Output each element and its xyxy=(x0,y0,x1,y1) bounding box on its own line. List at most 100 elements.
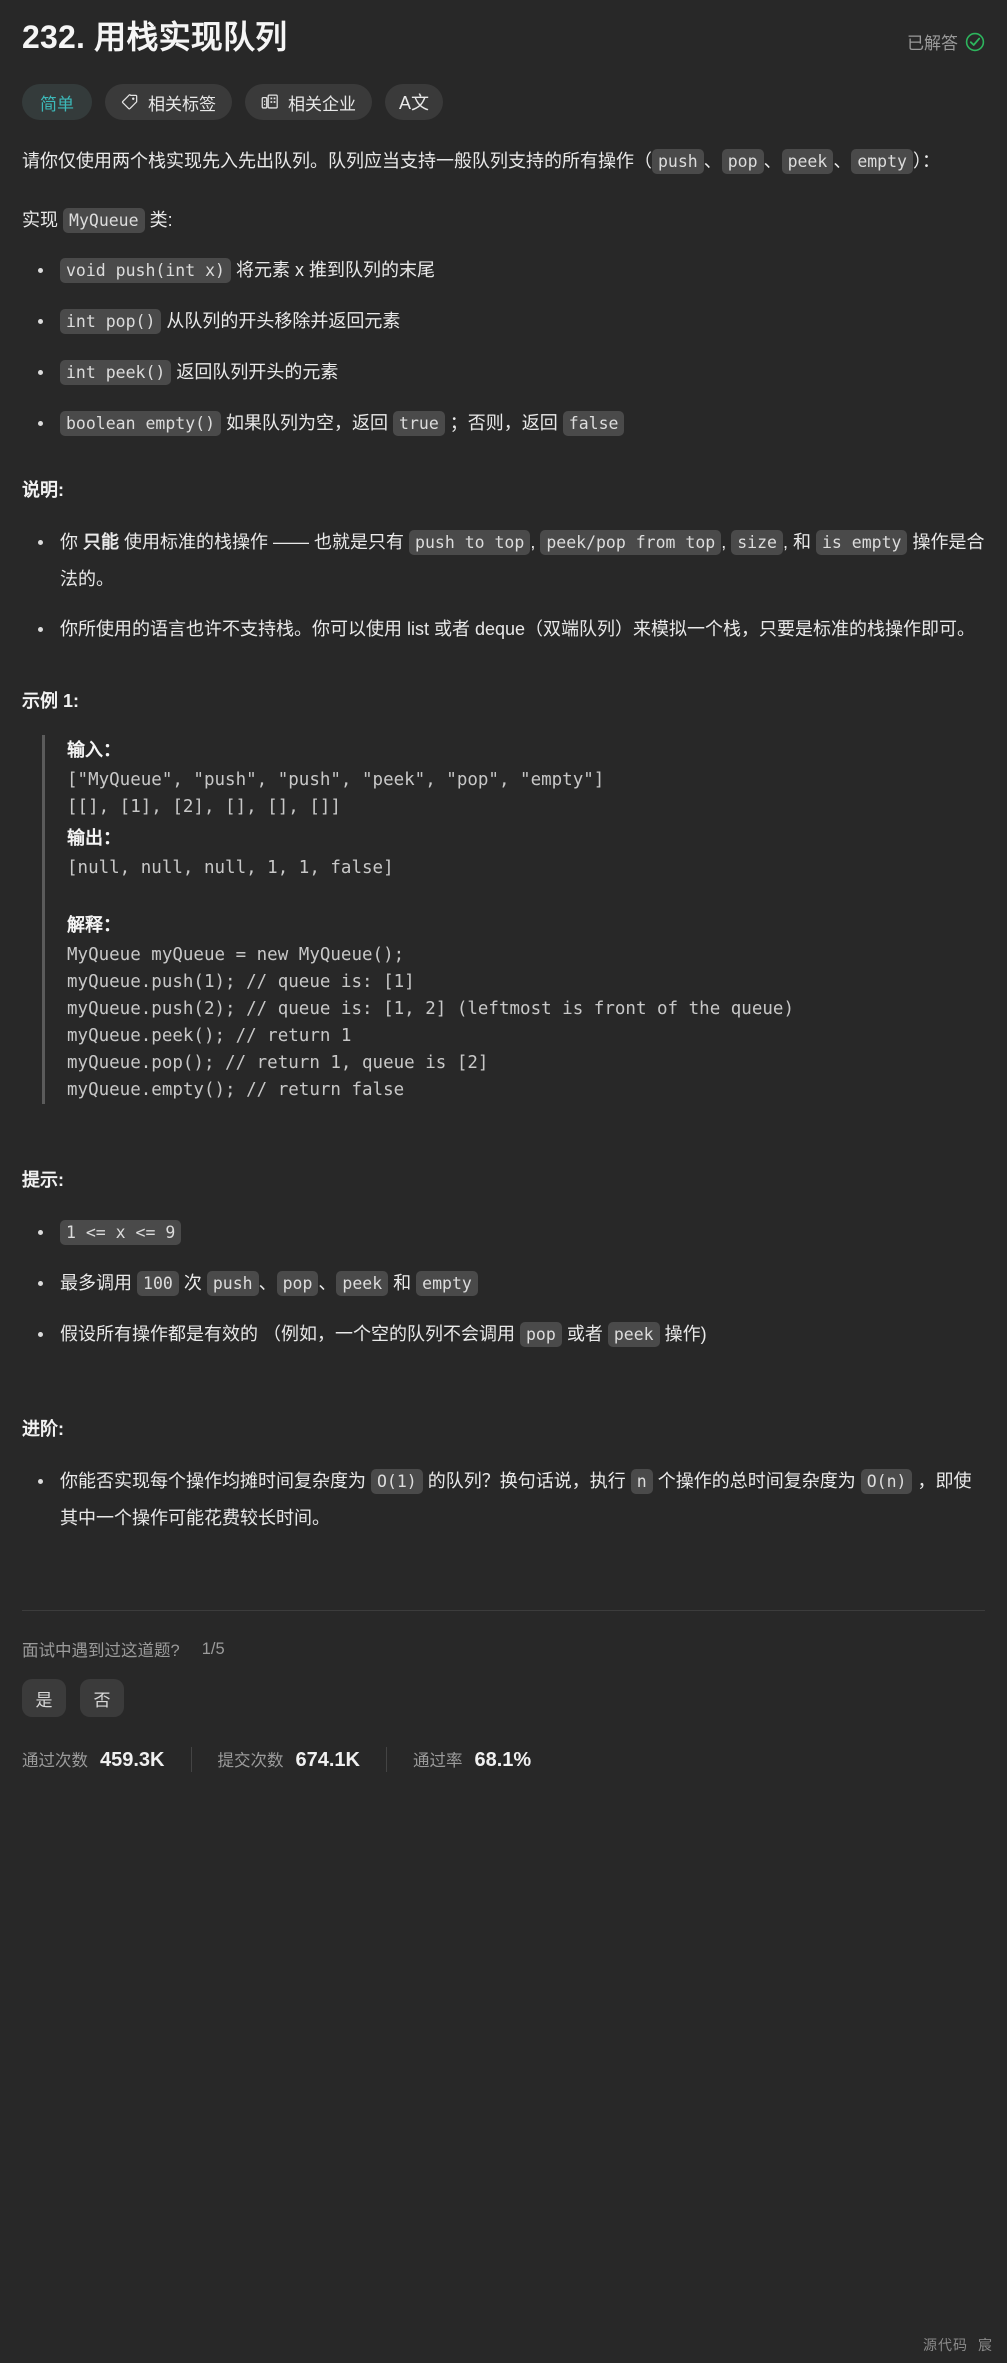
translate-chip[interactable]: A文 xyxy=(385,84,444,120)
constraint3-c1: pop xyxy=(520,1322,562,1347)
note1-t5: , 和 xyxy=(782,532,816,552)
followup-t3: 个操作的总时间复杂度为 xyxy=(652,1471,861,1491)
title-row: 232. 用栈实现队列 已解答 xyxy=(22,0,985,58)
constraint2-t1: 最多调用 xyxy=(60,1273,138,1293)
status-badge: 已解答 xyxy=(907,29,985,54)
watermark-author: 宸 xyxy=(978,2337,993,2353)
tag-icon xyxy=(121,93,139,111)
constraint2-c3: pop xyxy=(276,1271,319,1296)
example-block: 输入： ["MyQueue", "push", "push", "peek", … xyxy=(42,735,985,1104)
difficulty-label: 简单 xyxy=(40,94,74,114)
interview-answer-buttons: 是 否 xyxy=(22,1679,985,1717)
note1-code-4: is empty xyxy=(816,530,908,555)
method-code-1: int pop() xyxy=(60,309,162,334)
method-code-0: void push(int x) xyxy=(60,258,231,283)
stat-value: 674.1K xyxy=(295,1749,361,1771)
example-input-label: 输入： xyxy=(67,740,121,760)
interview-count: 1/5 xyxy=(201,1639,225,1658)
constraint2-t2: 次 xyxy=(178,1273,207,1293)
list-item: 假设所有操作都是有效的 （例如，一个空的队列不会调用 pop 或者 peek 操… xyxy=(38,1316,985,1353)
list-item: int pop() 从队列的开头移除并返回元素 xyxy=(38,303,985,340)
topics-chip[interactable]: 相关标签 xyxy=(105,84,232,120)
constraint3-t2: 或者 xyxy=(561,1324,608,1344)
no-button[interactable]: 否 xyxy=(80,1679,124,1717)
stat-value: 68.1% xyxy=(474,1749,532,1771)
example-output-code: [null, null, null, 1, 1, false] xyxy=(67,858,394,878)
example-input-code: ["MyQueue", "push", "push", "peek", "pop… xyxy=(67,770,605,817)
constraint-code-range: 1 <= x <= 9 xyxy=(60,1220,182,1245)
followup-title: 进阶: xyxy=(22,1419,64,1439)
list-item: 你能否实现每个操作均摊时间复杂度为 O(1) 的队列？换句话说，执行 n 个操作… xyxy=(38,1463,985,1536)
implement-prefix: 实现 xyxy=(22,210,64,230)
interview-question: 面试中遇到过这道题? xyxy=(22,1642,180,1660)
followup-t2: 的队列？换句话说，执行 xyxy=(422,1471,631,1491)
translate-icon: A文 xyxy=(399,93,430,113)
topics-label: 相关标签 xyxy=(148,94,216,114)
tag-chip-row: 简单 相关标签 相关企业 A文 xyxy=(22,84,985,120)
constraint2-c4: peek xyxy=(336,1271,389,1296)
note1-bold: 只能 xyxy=(83,532,120,552)
note1-code-3: size xyxy=(731,530,783,555)
method-empty-text-1: 如果队列为空，返回 xyxy=(221,413,394,433)
list-item: boolean empty() 如果队列为空，返回 true ；否则，返回 fa… xyxy=(38,405,985,442)
followup-c1: O(1) xyxy=(371,1469,423,1494)
code-push: push xyxy=(652,149,704,174)
yes-button[interactable]: 是 xyxy=(22,1679,66,1717)
constraint2-c5: empty xyxy=(416,1271,478,1296)
stat-label: 通过次数 xyxy=(22,1752,88,1770)
note1-t4: , xyxy=(721,532,732,552)
method-code-empty: boolean empty() xyxy=(60,411,222,436)
building-icon xyxy=(261,93,279,111)
code-peek: peek xyxy=(781,149,834,174)
code-myqueue: MyQueue xyxy=(63,208,145,233)
footer-divider xyxy=(22,1610,985,1611)
method-text-0: 将元素 x 推到队列的末尾 xyxy=(230,260,435,280)
example-explain-label: 解释： xyxy=(67,915,121,935)
constraint2-c2: push xyxy=(206,1271,259,1296)
note1-code-2: peek/pop from top xyxy=(540,530,722,555)
note1-t3: , xyxy=(530,532,541,552)
constraints-title: 提示: xyxy=(22,1170,64,1190)
notes-list: 你 只能 使用标准的栈操作 —— 也就是只有 push to top, peek… xyxy=(22,524,985,647)
stats-row: 通过次数 459.3K 提交次数 674.1K 通过率 68.1% xyxy=(22,1747,985,1772)
constraints-list: 1 <= x <= 9 最多调用 100 次 push、 pop、 peek 和 e… xyxy=(22,1214,985,1353)
constraint3-t3: 操作) xyxy=(659,1324,707,1344)
list-item: void push(int x) 将元素 x 推到队列的末尾 xyxy=(38,252,985,289)
check-circle-icon xyxy=(965,32,985,52)
list-item: 1 <= x <= 9 xyxy=(38,1214,985,1251)
list-item: 你所使用的语言也许不支持栈。你可以使用 list 或者 deque（双端队列）来… xyxy=(38,611,985,647)
followup-list: 你能否实现每个操作均摊时间复杂度为 O(1) 的队列？换句话说，执行 n 个操作… xyxy=(22,1463,985,1536)
example-explain-code: MyQueue myQueue = new MyQueue(); myQueue… xyxy=(67,945,794,1100)
companies-label: 相关企业 xyxy=(288,94,356,114)
stat-accepted: 通过次数 459.3K xyxy=(22,1747,191,1772)
implement-line: 实现 MyQueue 类: xyxy=(22,203,985,238)
followup-t1: 你能否实现每个操作均摊时间复杂度为 xyxy=(60,1471,371,1491)
description-intro-1: 请你仅使用两个栈实现先入先出队列。队列应当支持一般队列支持的所有操作（ xyxy=(22,151,652,171)
description-intro-2: ）： xyxy=(912,151,940,171)
note1-code-1: push to top xyxy=(409,530,531,555)
list-item: 你 只能 使用标准的栈操作 —— 也就是只有 push to top, peek… xyxy=(38,524,985,597)
example-label: 示例 1: xyxy=(22,691,80,711)
method-code-2: int peek() xyxy=(60,360,172,385)
constraint3-t1: 假设所有操作都是有效的 （例如，一个空的队列不会调用 xyxy=(60,1324,520,1344)
list-item: int peek() 返回队列开头的元素 xyxy=(38,354,985,391)
method-empty-text-2: ；否则，返回 xyxy=(444,413,563,433)
constraint2-t3: 、 xyxy=(258,1273,277,1293)
followup-c3: O(n) xyxy=(860,1469,913,1494)
watermark-source: 源代码 xyxy=(923,2337,968,2353)
difficulty-chip[interactable]: 简单 xyxy=(22,84,92,120)
method-list: void push(int x) 将元素 x 推到队列的末尾 int pop()… xyxy=(22,252,985,442)
stat-value: 459.3K xyxy=(100,1749,165,1771)
solved-label: 已解答 xyxy=(907,34,958,53)
list-item: 最多调用 100 次 push、 pop、 peek 和 empty xyxy=(38,1265,985,1302)
implement-suffix: 类: xyxy=(144,210,173,230)
interview-row: 面试中遇到过这道题? 1/5 xyxy=(22,1637,985,1661)
constraint2-t4: 、 xyxy=(318,1273,337,1293)
note1-t1: 你 xyxy=(60,532,84,552)
sep-2: 、 xyxy=(763,151,782,171)
notes-title: 说明: xyxy=(22,480,64,500)
companies-chip[interactable]: 相关企业 xyxy=(245,84,372,120)
stat-submissions: 提交次数 674.1K xyxy=(190,1747,387,1772)
code-pop: pop xyxy=(721,149,764,174)
followup-c2: n xyxy=(630,1469,653,1494)
